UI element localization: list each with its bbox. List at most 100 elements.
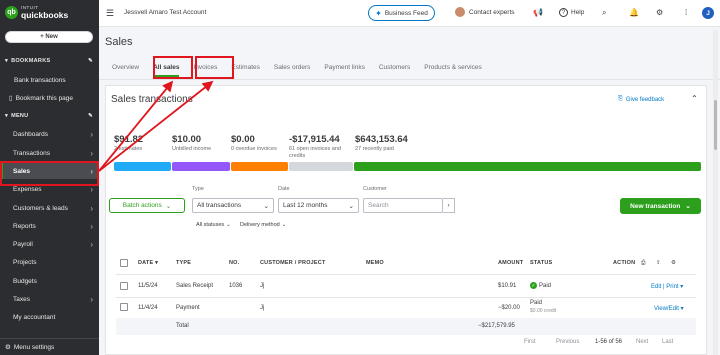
notifications-bell-icon[interactable]: 🔔	[629, 8, 639, 17]
bookmarks-title: BOOKMARKS	[11, 58, 51, 64]
row-date: 11/4/24	[138, 305, 158, 311]
column-header-no[interactable]: NO.	[229, 260, 239, 266]
search-icon[interactable]: ⌕	[602, 8, 606, 18]
sidebar-item-budgets[interactable]: Budgets	[0, 273, 99, 289]
quickbooks-logo[interactable]: qb INTUIT quickbooks	[5, 5, 68, 19]
pager-next[interactable]: Next	[636, 339, 648, 345]
row-checkbox[interactable]	[120, 282, 128, 290]
row-action-edit-print[interactable]: Edit | Print ▾	[651, 283, 683, 290]
feedback-icon: ⎘	[618, 96, 623, 102]
user-avatar[interactable]: J	[702, 7, 714, 19]
sidebar-item-label: Dashboards	[13, 130, 49, 138]
money-amount: $91.82	[114, 134, 144, 145]
megaphone-icon[interactable]: 📢	[533, 8, 543, 17]
column-header-customer[interactable]: CUSTOMER / PROJECT	[260, 260, 326, 266]
chevron-down-icon[interactable]: ▾	[680, 284, 683, 290]
chevron-down-icon: ⌄	[263, 202, 269, 210]
money-desc: 27 recently paid	[355, 146, 394, 152]
sidebar-bank-transactions[interactable]: Bank transactions	[14, 77, 66, 84]
money-overdue[interactable]: $0.00 0 overdue invoices	[231, 134, 277, 153]
chevron-down-icon: ⌄	[685, 203, 691, 210]
page-scrollbar-thumb[interactable]	[714, 100, 717, 150]
column-header-date[interactable]: DATE ▾	[138, 260, 158, 266]
all-statuses-filter[interactable]: All statuses ⌄	[196, 222, 231, 228]
money-bar-unbilled	[172, 162, 230, 171]
chevron-up-icon[interactable]: ⌃	[691, 94, 698, 103]
print-icon[interactable]: ⎙	[641, 260, 646, 267]
sidebar-item-transactions[interactable]: Transactions ›	[0, 145, 99, 161]
sidebar-item-projects[interactable]: Projects	[0, 254, 99, 270]
edit-menu-icon[interactable]: ✎	[88, 113, 93, 119]
give-feedback-link[interactable]: ⎘ Give feedback	[618, 96, 664, 103]
pager-first[interactable]: First	[524, 339, 536, 345]
pager-previous[interactable]: Previous	[556, 339, 579, 345]
total-amount: −$217,579.95	[478, 323, 515, 329]
sales-transactions-card: Sales transactions ⎘ Give feedback ⌃ $91.…	[105, 85, 707, 355]
hamburger-menu-icon[interactable]: ☰	[106, 8, 114, 19]
sidebar-item-payroll[interactable]: Payroll ›	[0, 236, 99, 252]
sparkle-icon: ✦	[375, 8, 382, 18]
money-recently-paid[interactable]: $643,153.64 27 recently paid	[355, 134, 408, 153]
sidebar-item-my-accountant[interactable]: My accountant	[0, 309, 99, 325]
tabs-divider	[99, 79, 720, 80]
row-action-label: Edit | Print	[651, 284, 679, 290]
tab-sales-orders[interactable]: Sales orders	[267, 61, 318, 77]
edit-bookmarks-icon[interactable]: ✎	[88, 58, 93, 64]
sidebar-item-label: Budgets	[13, 277, 37, 285]
sidebar-item-reports[interactable]: Reports ›	[0, 218, 99, 234]
chevron-right-icon: ›	[90, 129, 93, 139]
new-button[interactable]: + New	[5, 31, 93, 43]
export-icon[interactable]: ⇪	[656, 260, 661, 266]
tab-overview[interactable]: Overview	[105, 61, 146, 77]
sidebar-item-dashboards[interactable]: Dashboards ›	[0, 126, 99, 142]
money-estimates[interactable]: $91.82 2 estimates	[114, 134, 143, 153]
chevron-right-icon: ›	[90, 239, 93, 249]
sidebar-item-taxes[interactable]: Taxes ›	[0, 291, 99, 307]
header-divider	[116, 274, 696, 275]
bookmark-this-page[interactable]: ▯ Bookmark this page	[9, 94, 73, 103]
row-action-view-edit[interactable]: View/Edit ▾	[654, 305, 684, 312]
money-open-invoices[interactable]: -$17,915.44 61 open invoices and credits	[289, 134, 351, 159]
select-all-checkbox[interactable]	[120, 259, 128, 267]
column-header-memo[interactable]: MEMO	[366, 260, 384, 266]
row-divider	[116, 297, 696, 298]
help-button[interactable]: ? Help	[559, 8, 584, 17]
contact-experts-button[interactable]: Contact experts	[455, 7, 515, 17]
money-bar-open	[289, 162, 353, 171]
gear-icon[interactable]: ⚙	[656, 8, 663, 17]
batch-actions-button[interactable]: Batch actions ⌄	[109, 198, 185, 213]
delivery-method-filter[interactable]: Delivery method ⌄	[240, 222, 286, 228]
page-scrollbar[interactable]	[713, 30, 718, 355]
row-checkbox[interactable]	[120, 303, 128, 311]
business-feed-label: Business Feed	[384, 9, 428, 17]
column-header-type[interactable]: TYPE	[176, 260, 191, 266]
company-name: Jessvell Amaro Test Account	[124, 9, 207, 16]
customer-search-input[interactable]	[363, 198, 443, 213]
page-title: Sales	[105, 36, 133, 48]
menu-settings[interactable]: ⚙ Menu settings	[0, 338, 99, 355]
date-filter-select[interactable]: Last 12 months ⌄	[278, 198, 359, 213]
money-amount: -$17,915.44	[289, 134, 340, 145]
annotation-box-sales	[0, 161, 99, 186]
sidebar-item-customers-leads[interactable]: Customers & leads ›	[0, 200, 99, 216]
column-header-status[interactable]: STATUS	[530, 260, 552, 266]
tab-customers[interactable]: Customers	[372, 61, 417, 77]
row-status-sub: $0.00 credit	[530, 308, 557, 314]
delivery-method-label: Delivery method	[240, 222, 280, 228]
tab-products-services[interactable]: Products & services	[417, 61, 488, 77]
settings-icon: ⚙	[5, 344, 11, 351]
apps-grid-icon[interactable]: ⁞	[685, 8, 687, 17]
pager-last[interactable]: Last	[662, 339, 673, 345]
new-transaction-button[interactable]: New transaction ⌄	[620, 198, 701, 214]
money-unbilled[interactable]: $10.00 Unbilled income	[172, 134, 211, 153]
chevron-down-icon[interactable]: ›	[443, 198, 455, 213]
column-header-action: ACTION	[613, 260, 636, 266]
tab-payment-links[interactable]: Payment links	[317, 61, 371, 77]
type-filter-select[interactable]: All transactions ⌄	[192, 198, 274, 213]
sidebar-item-label: My accountant	[13, 313, 56, 321]
column-header-amount[interactable]: AMOUNT	[498, 260, 523, 266]
chevron-down-icon[interactable]: ▾	[681, 306, 684, 312]
row-type: Payment	[176, 305, 200, 311]
gear-icon[interactable]: ⚙	[671, 260, 676, 266]
business-feed-button[interactable]: ✦ Business Feed	[368, 5, 435, 21]
